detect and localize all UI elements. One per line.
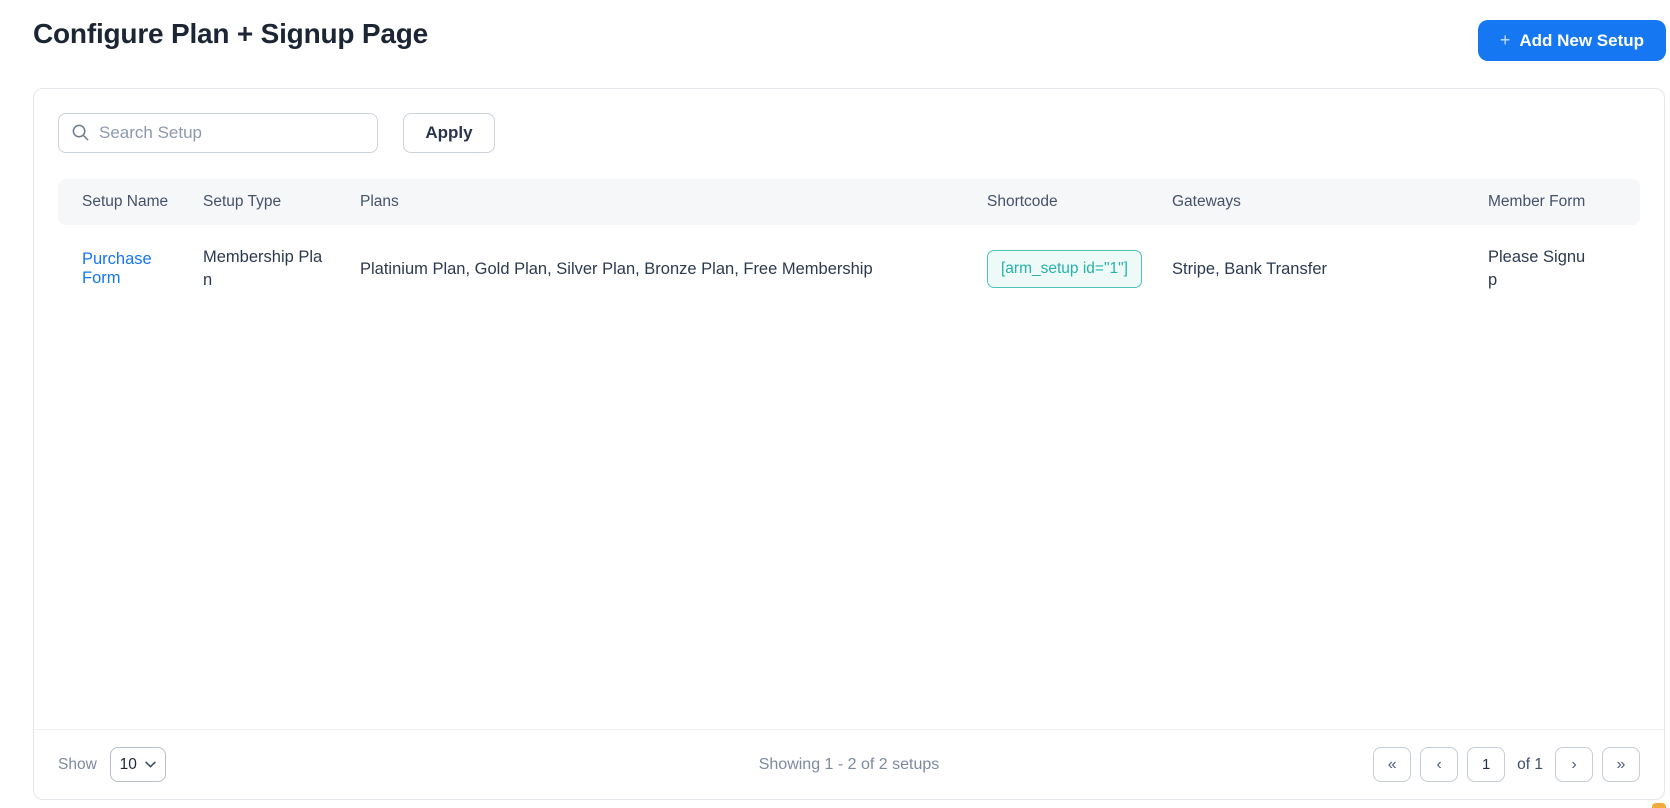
- show-label: Show: [58, 755, 97, 773]
- add-new-setup-label: Add New Setup: [1519, 30, 1644, 50]
- pagination: « ‹ of 1 › »: [1373, 747, 1640, 782]
- setups-card: Apply Setup Name Setup Type Plans Shortc…: [33, 88, 1665, 800]
- table-row: Purchase Form Membership Plan Platinium …: [58, 225, 1640, 313]
- last-page-button[interactable]: »: [1602, 747, 1640, 782]
- setup-type-cell: Membership Plan: [203, 247, 323, 289]
- plus-icon: +: [1499, 30, 1511, 50]
- per-page-select[interactable]: 10: [109, 747, 166, 782]
- prev-page-button[interactable]: ‹: [1420, 747, 1459, 782]
- page-of-label: of 1: [1517, 755, 1543, 773]
- member-form-cell: Please Signup: [1488, 247, 1586, 289]
- page-title: Configure Plan + Signup Page: [33, 18, 428, 49]
- chevron-down-icon: [145, 761, 156, 768]
- first-page-button[interactable]: «: [1373, 747, 1412, 782]
- shortcode-chip[interactable]: [arm_setup id="1"]: [987, 250, 1142, 288]
- column-header-plans: Plans: [360, 179, 987, 225]
- page-number-input[interactable]: [1467, 747, 1506, 782]
- column-header-member-form: Member Form: [1488, 179, 1640, 225]
- column-header-setup-type: Setup Type: [203, 179, 360, 225]
- bottom-right-accent: [1652, 803, 1666, 808]
- add-new-setup-button[interactable]: + Add New Setup: [1477, 20, 1666, 61]
- setup-name-link[interactable]: Purchase Form: [82, 250, 152, 287]
- search-setup-input[interactable]: [58, 113, 378, 153]
- column-header-setup-name: Setup Name: [58, 179, 203, 225]
- column-header-gateways: Gateways: [1172, 179, 1488, 225]
- table-header-row: Setup Name Setup Type Plans Shortcode Ga…: [58, 179, 1640, 225]
- table-footer: Show 10 Showing 1 - 2 of 2 setups « ‹ of…: [34, 729, 1664, 799]
- search-icon: [72, 124, 89, 141]
- per-page-value: 10: [119, 755, 137, 773]
- next-page-button[interactable]: ›: [1555, 747, 1593, 782]
- gateways-cell: Stripe, Bank Transfer: [1172, 259, 1327, 278]
- toolbar: Apply: [58, 113, 1640, 153]
- plans-cell: Platinium Plan, Gold Plan, Silver Plan, …: [360, 259, 873, 278]
- search-field-wrap: [58, 113, 378, 153]
- setups-table: Setup Name Setup Type Plans Shortcode Ga…: [58, 179, 1640, 313]
- column-header-shortcode: Shortcode: [987, 179, 1172, 225]
- apply-button[interactable]: Apply: [403, 113, 495, 153]
